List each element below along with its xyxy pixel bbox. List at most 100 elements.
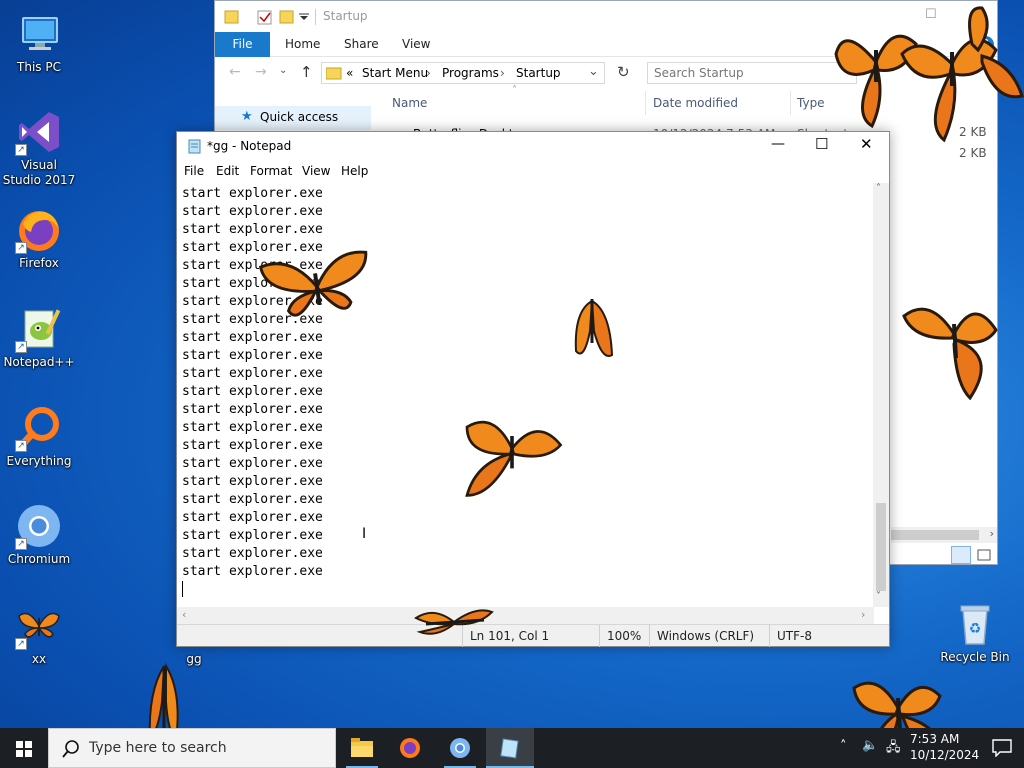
file-size: 2 KB <box>959 146 987 160</box>
maximize-icon[interactable]: ☐ <box>815 135 828 153</box>
address-segment-programs[interactable]: Programs <box>442 66 499 80</box>
desktop-icon-label: Recycle Bin <box>940 650 1010 664</box>
up-arrow-icon[interactable]: ↑ <box>300 63 313 81</box>
address-segment-start-menu[interactable]: Start Menu <box>362 66 428 80</box>
desktop-icon-label: Visual Studio 2017 <box>2 158 76 187</box>
status-encoding: UTF-8 <box>777 629 812 643</box>
menu-file[interactable]: File <box>184 164 204 178</box>
menu-help[interactable]: Help <box>341 164 368 178</box>
notepad-titlebar[interactable]: *gg - Notepad — ☐ ✕ <box>177 132 889 161</box>
desktop-icon-label: xx <box>31 652 47 666</box>
notepad-window[interactable]: *gg - Notepad — ☐ ✕ File Edit Format Vie… <box>176 131 890 647</box>
address-bar[interactable]: « Start Menu › Programs › Startup ⌄ <box>321 62 605 84</box>
taskbar-search-input[interactable]: Type here to search <box>48 728 336 768</box>
details-view-icon[interactable] <box>951 546 971 564</box>
scroll-right-icon[interactable]: › <box>861 608 865 621</box>
taskbar-notepad[interactable] <box>486 728 534 768</box>
text-line: start explorer.exe <box>182 402 323 417</box>
scroll-left-icon[interactable]: ‹ <box>182 608 186 621</box>
taskbar-search-placeholder: Type here to search <box>89 740 227 756</box>
clock-date[interactable]: 10/12/2024 <box>910 748 979 762</box>
desktop-icon-firefox[interactable]: ↗ Firefox <box>2 206 76 271</box>
search-input[interactable]: Search Startup <box>647 62 857 84</box>
visual-studio-icon: ↗ <box>15 108 63 156</box>
notepad-plus-plus-icon: ↗ <box>15 305 63 353</box>
horizontal-scrollbar[interactable]: ‹ › <box>177 607 874 624</box>
minimize-icon[interactable]: — <box>771 136 785 152</box>
address-dropdown-icon[interactable]: ⌄ <box>588 64 599 79</box>
column-header-date-modified[interactable]: Date modified <box>653 96 738 110</box>
action-center-button[interactable] <box>980 728 1024 768</box>
address-prefix: « <box>346 66 354 80</box>
menu-view[interactable]: View <box>302 164 330 178</box>
taskbar: Type here to search ˄ 🔈 🖧 7:53 AM 10/12/… <box>0 728 1024 768</box>
desktop-icon-notepad-plus-plus[interactable]: ↗ Notepad++ <box>2 305 76 370</box>
notepad-title: *gg - Notepad <box>207 139 292 153</box>
desktop-icon-this-pc[interactable]: This PC <box>2 10 76 75</box>
desktop-icon-label: This PC <box>17 60 61 74</box>
notification-icon <box>992 739 1012 757</box>
explorer-title: Startup <box>323 9 368 23</box>
back-arrow-icon[interactable]: ← <box>229 64 241 80</box>
vertical-scrollbar[interactable]: ˄ ˅ <box>873 183 889 607</box>
chromium-icon <box>450 738 470 758</box>
recycle-bin-icon: ♻ <box>951 600 999 648</box>
desktop-icon-label: Everything <box>6 454 72 468</box>
desktop-icon-visual-studio[interactable]: ↗ Visual Studio 2017 <box>2 108 76 188</box>
volume-muted-icon[interactable]: 🔈 <box>862 738 878 753</box>
refresh-icon[interactable]: ↻ <box>617 63 630 81</box>
horizontal-scrollbar[interactable]: › <box>891 527 997 543</box>
text-line: start explorer.exe <box>182 546 323 561</box>
butterfly-icon <box>465 420 563 497</box>
butterfly-icon <box>414 609 494 635</box>
desktop-icon-recycle-bin[interactable]: ♻ Recycle Bin <box>938 600 1012 665</box>
text-line: start explorer.exe <box>182 186 323 201</box>
large-icons-view-icon[interactable] <box>975 546 993 564</box>
recent-locations-chevron-icon[interactable]: ⌄ <box>279 65 287 76</box>
column-header-type[interactable]: Type <box>797 96 825 110</box>
status-zoom: 100% <box>607 629 642 643</box>
status-bar: Ln 101, Col 1 100% Windows (CRLF) UTF-8 <box>177 624 889 647</box>
firefox-icon <box>400 738 420 758</box>
desktop-icon-everything[interactable]: ↗ Everything <box>2 404 76 469</box>
butterfly-cluster-icon <box>834 6 1024 143</box>
menu-edit[interactable]: Edit <box>216 164 239 178</box>
windows-logo-icon <box>16 741 32 757</box>
desktop-icon-xx[interactable]: ↗ xx <box>2 602 76 667</box>
nav-item-quick-access[interactable]: ★ Quick access <box>215 106 371 130</box>
forward-arrow-icon[interactable]: → <box>255 64 267 80</box>
everything-icon: ↗ <box>15 404 63 452</box>
desktop-icon-chromium[interactable]: ↗ Chromium <box>2 502 76 567</box>
star-icon: ★ <box>241 109 253 124</box>
network-icon[interactable]: 🖧 <box>886 738 901 760</box>
text-line: start explorer.exe <box>182 222 323 237</box>
taskbar-file-explorer[interactable] <box>338 728 386 768</box>
text-line: start explorer.exe <box>182 510 323 525</box>
ribbon-tab-home[interactable]: Home <box>285 32 320 57</box>
butterfly-icon <box>258 250 368 317</box>
ribbon-tab-view[interactable]: View <box>402 32 430 57</box>
scroll-down-icon[interactable]: ˅ <box>876 591 881 602</box>
start-button[interactable] <box>0 728 48 768</box>
text-line: start explorer.exe <box>182 204 323 219</box>
quick-access-toolbar-icons[interactable] <box>223 8 319 26</box>
status-line-ending: Windows (CRLF) <box>657 629 755 643</box>
taskbar-chromium[interactable] <box>436 728 484 768</box>
scroll-right-icon[interactable]: › <box>990 527 994 540</box>
notepad-app-icon <box>188 139 201 154</box>
clock-time[interactable]: 7:53 AM <box>910 732 959 746</box>
taskbar-firefox[interactable] <box>386 728 434 768</box>
column-header-name[interactable]: Name <box>392 96 427 110</box>
sort-ascending-icon: ˄ <box>512 85 517 96</box>
butterfly-icon <box>574 299 614 357</box>
address-segment-startup[interactable]: Startup <box>516 66 561 80</box>
ribbon-tab-share[interactable]: Share <box>344 32 379 57</box>
show-hidden-icons-chevron-icon[interactable]: ˄ <box>840 739 847 754</box>
text-line: start explorer.exe <box>182 348 323 363</box>
nav-item-label: Quick access <box>260 110 339 124</box>
scrollbar-thumb[interactable] <box>876 503 886 591</box>
scroll-up-icon[interactable]: ˄ <box>876 183 881 194</box>
text-line: start explorer.exe <box>182 438 323 453</box>
menu-format[interactable]: Format <box>250 164 292 178</box>
ribbon-tab-file[interactable]: File <box>215 32 270 57</box>
